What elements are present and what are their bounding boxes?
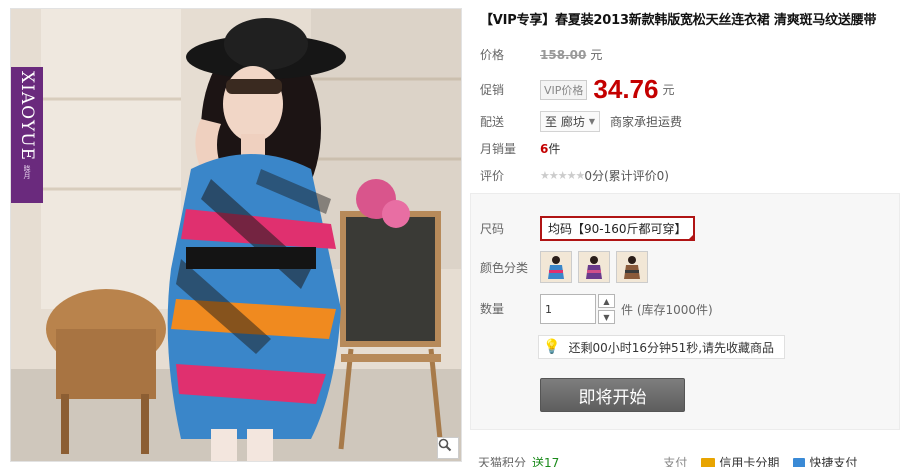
- size-option-text: 均码【90-160斤都可穿】: [548, 222, 687, 236]
- credit-card-icon: [701, 457, 716, 467]
- color-swatch-3[interactable]: [616, 251, 648, 283]
- quantity-label: 数量: [480, 302, 505, 316]
- points-value: 送17: [532, 456, 560, 467]
- bottom-info-strip: 天猫积分 送17 支付 信用卡分期 快捷支付: [478, 454, 900, 467]
- countdown-notice: 💡 还剩00小时16分钟51秒,请先收藏商品: [538, 335, 786, 359]
- promo-price-unit: 元: [662, 83, 675, 97]
- rating-label: 评价: [480, 169, 505, 183]
- points-label: 天猫积分: [478, 456, 527, 467]
- countdown-text: 还剩00小时16分钟51秒,请先收藏商品: [568, 340, 775, 355]
- rating-stars: ★★★★★: [540, 169, 585, 182]
- quick-pay-icon: [793, 457, 806, 467]
- brand-name: XIAOYUE: [17, 71, 37, 161]
- promo-row: 促销 VIP价格 34.76 元: [480, 74, 675, 105]
- original-price: 158.00: [540, 47, 587, 62]
- color-swatch-2[interactable]: [578, 251, 610, 283]
- quick-pay-option[interactable]: 快捷支付: [793, 454, 857, 467]
- selected-check-icon: [686, 233, 695, 241]
- color-thumbnail-icon: [624, 256, 640, 279]
- size-label: 尺码: [480, 222, 505, 236]
- rating-row: 评价 ★★★★★ 0分(累计评价0): [480, 167, 669, 184]
- quick-pay-label: 快捷支付: [809, 456, 858, 467]
- color-label: 颜色分类: [480, 260, 529, 275]
- brand-logo-badge: XIAOYUE 晓月: [11, 67, 43, 203]
- price-unit: 元: [590, 48, 603, 62]
- color-thumbnail-icon: [586, 256, 602, 279]
- quantity-decrease-button[interactable]: ▼: [598, 310, 615, 324]
- monthly-sales-row: 月销量 6 件: [480, 140, 560, 157]
- monthly-sales-count: 6: [540, 141, 549, 156]
- credit-card-installment-label: 信用卡分期: [719, 456, 780, 467]
- size-option-selected[interactable]: 均码【90-160斤都可穿】: [540, 216, 695, 241]
- rating-summary-link[interactable]: 0分(累计评价0): [584, 167, 669, 184]
- size-row: 尺码 均码【90-160斤都可穿】: [480, 216, 695, 241]
- color-row: 颜色分类: [480, 251, 654, 283]
- monthly-sales-label: 月销量: [480, 142, 517, 156]
- magnifier-icon: [438, 438, 452, 452]
- promo-label: 促销: [480, 83, 505, 97]
- color-thumbnail-icon: [548, 256, 564, 279]
- color-swatch-1[interactable]: [540, 251, 572, 283]
- delivery-location-value: 至 廊坊: [545, 115, 585, 129]
- vip-price-tag: VIP价格: [540, 79, 588, 100]
- quantity-input[interactable]: [540, 294, 596, 324]
- price-row: 价格 158.00 元: [480, 46, 602, 63]
- product-photo-illustration: [11, 9, 461, 461]
- quantity-row: 数量 ▲ ▼ 件 (库存1000件): [480, 294, 713, 324]
- lightbulb-icon: 💡: [543, 339, 561, 355]
- chevron-up-icon: ▲: [603, 296, 610, 306]
- quantity-increase-button[interactable]: ▲: [598, 294, 615, 308]
- delivery-row: 配送 至 廊坊 ▼ 商家承担运费: [480, 111, 682, 132]
- product-info-panel: 【VIP专享】春夏装2013新款韩版宽松天丝连衣裙 清爽斑马纹送腰带 价格 15…: [468, 0, 900, 467]
- product-title: 【VIP专享】春夏装2013新款韩版宽松天丝连衣裙 清爽斑马纹送腰带: [480, 13, 877, 28]
- monthly-sales-unit: 件: [548, 142, 561, 156]
- zoom-button[interactable]: [437, 437, 459, 459]
- delivery-label: 配送: [480, 115, 505, 129]
- stock-info: 件 (库存1000件): [621, 302, 713, 317]
- product-main-image[interactable]: XIAOYUE 晓月: [10, 8, 462, 462]
- delivery-location-select[interactable]: 至 廊坊 ▼: [540, 111, 600, 132]
- quantity-stepper: ▲ ▼: [598, 294, 615, 324]
- chevron-down-icon: ▼: [603, 312, 610, 322]
- buy-now-button[interactable]: 即将开始: [540, 378, 685, 412]
- payment-label: 支付: [663, 456, 688, 467]
- promo-price: 34.76: [593, 74, 659, 104]
- chevron-down-icon: ▼: [588, 117, 595, 126]
- brand-subtitle: 晓月: [23, 165, 31, 179]
- credit-card-installment-option[interactable]: 信用卡分期: [701, 454, 779, 467]
- price-label: 价格: [480, 48, 505, 62]
- shipping-note: 商家承担运费: [609, 115, 682, 129]
